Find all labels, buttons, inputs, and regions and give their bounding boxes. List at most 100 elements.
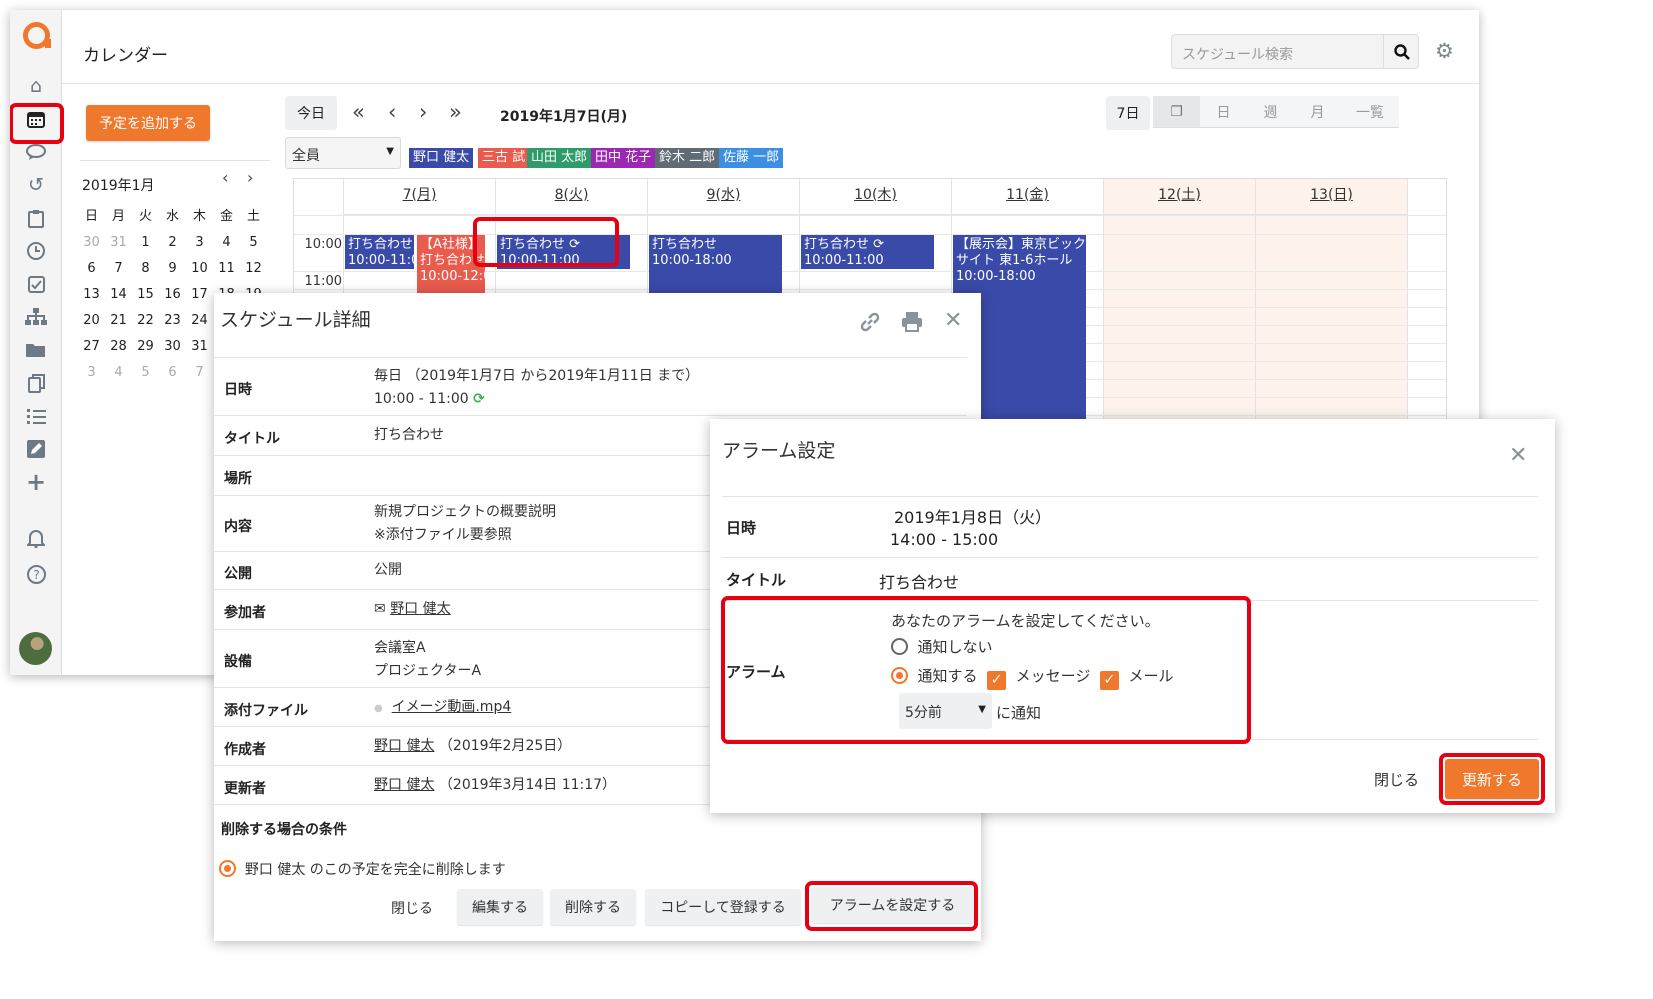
mini-calendar-next-icon[interactable]: › <box>247 168 253 187</box>
day-header[interactable]: 13(日) <box>1256 179 1407 215</box>
close-icon[interactable]: ✕ <box>1509 443 1527 468</box>
member-tag[interactable]: 三古 試 <box>478 148 530 168</box>
app-logo[interactable] <box>23 22 51 49</box>
mini-calendar-day[interactable]: 23 <box>159 308 186 334</box>
last-icon[interactable]: » <box>449 100 462 124</box>
participant-link[interactable]: 野口 健太 <box>390 601 450 617</box>
mini-calendar-day[interactable]: 31 <box>105 230 132 256</box>
event-time: 10:00-18:00 <box>956 269 1036 284</box>
mini-calendar-day[interactable]: 20 <box>78 308 105 334</box>
link-icon[interactable] <box>859 311 881 339</box>
mini-calendar-day[interactable]: 5 <box>240 230 267 256</box>
mini-calendar-day[interactable]: 11 <box>213 256 240 282</box>
view-month-tab[interactable]: 月 <box>1294 96 1341 128</box>
close-button[interactable]: 閉じる <box>1374 769 1419 790</box>
mini-calendar-day[interactable]: 28 <box>105 334 132 360</box>
home-icon[interactable]: ⌂ <box>22 73 50 99</box>
mini-calendar-day[interactable]: 14 <box>105 282 132 308</box>
mini-calendar-day[interactable]: 4 <box>105 360 132 386</box>
prev-icon[interactable]: ‹ <box>388 100 396 124</box>
mini-calendar-prev-icon[interactable]: ‹ <box>222 168 228 187</box>
add-schedule-button[interactable]: 予定を追加する <box>86 105 210 141</box>
day-header[interactable]: 11(金) <box>952 179 1103 215</box>
plus-icon[interactable]: + <box>22 468 50 496</box>
mini-calendar-day[interactable]: 12 <box>240 256 267 282</box>
member-tag[interactable]: 田中 花子 <box>591 148 656 168</box>
folder-icon[interactable] <box>22 337 50 363</box>
delete-button[interactable]: 削除する <box>550 889 636 925</box>
mini-calendar-day[interactable]: 3 <box>186 230 213 256</box>
search-input[interactable]: スケジュール検索 <box>1171 34 1419 69</box>
mini-calendar-day[interactable]: 31 <box>186 334 213 360</box>
list-icon[interactable] <box>22 403 50 429</box>
mini-calendar-day[interactable]: 29 <box>132 334 159 360</box>
view-list-tab[interactable]: 一覧 <box>1341 96 1399 128</box>
delete-option-radio[interactable] <box>219 860 236 877</box>
day-header[interactable]: 10(木) <box>800 179 951 215</box>
mini-calendar-day[interactable]: 9 <box>159 256 186 282</box>
mini-calendar-day[interactable]: 30 <box>78 230 105 256</box>
mini-calendar-day[interactable]: 22 <box>132 308 159 334</box>
mini-calendar-day[interactable]: 13 <box>78 282 105 308</box>
close-button[interactable]: 閉じる <box>391 898 433 918</box>
member-tag[interactable]: 佐藤 一郎 <box>719 148 784 168</box>
mini-calendar-day[interactable]: 7 <box>105 256 132 282</box>
clipboard-icon[interactable] <box>22 205 50 231</box>
mini-calendar-day[interactable]: 5 <box>132 360 159 386</box>
updater-link[interactable]: 野口 健太 <box>374 777 434 793</box>
mini-calendar-day[interactable]: 8 <box>132 256 159 282</box>
event-time: 10:00-11:00 <box>348 253 414 268</box>
history-icon[interactable]: ↺ <box>22 172 50 198</box>
day-header[interactable]: 7(月) <box>344 179 495 215</box>
mini-calendar-day[interactable]: 21 <box>105 308 132 334</box>
avatar[interactable] <box>19 632 52 665</box>
copy-register-button[interactable]: コピーして登録する <box>645 889 801 925</box>
mini-calendar-day[interactable]: 3 <box>78 360 105 386</box>
close-icon[interactable]: ✕ <box>944 308 962 333</box>
mini-calendar-day[interactable]: 30 <box>159 334 186 360</box>
edit-button[interactable]: 編集する <box>457 889 543 925</box>
clock-icon[interactable] <box>22 238 50 264</box>
member-tag[interactable]: 野口 健太 <box>409 148 474 168</box>
member-tag[interactable]: 鈴木 二郎 <box>655 148 720 168</box>
mini-calendar-day[interactable]: 15 <box>132 282 159 308</box>
mini-calendar-day[interactable]: 2 <box>159 230 186 256</box>
search-icon[interactable] <box>1383 34 1419 69</box>
delete-option[interactable]: 野口 健太 のこの予定を完全に削除します <box>219 859 506 879</box>
mini-calendar-day[interactable]: 1 <box>132 230 159 256</box>
checkbox-icon[interactable] <box>22 271 50 297</box>
member-tag[interactable]: 山田 太郎 <box>527 148 592 168</box>
mini-calendar-day[interactable]: 7 <box>186 360 213 386</box>
mini-calendar-day[interactable]: 4 <box>213 230 240 256</box>
today-button[interactable]: 今日 <box>285 96 337 130</box>
mini-calendar-day[interactable]: 6 <box>159 360 186 386</box>
day-header[interactable]: 12(土) <box>1104 179 1255 215</box>
mini-calendar-day[interactable]: 24 <box>186 308 213 334</box>
first-icon[interactable]: « <box>352 100 365 124</box>
member-select[interactable]: 全員 ▼ <box>285 137 401 169</box>
mini-calendar-day[interactable]: 16 <box>159 282 186 308</box>
range-select[interactable]: 7日 <box>1106 96 1150 130</box>
bell-icon[interactable] <box>22 525 50 551</box>
view-week-tab[interactable]: 週 <box>1247 96 1294 128</box>
event-block[interactable]: 打ち合わせ ⟳10:00-11:00 <box>345 235 414 269</box>
event-block[interactable]: 打ち合わせ ⟳10:00-11:00 <box>801 235 934 269</box>
print-icon[interactable] <box>901 311 923 338</box>
event-title: 【展示会】東京ビック <box>956 237 1086 252</box>
mini-calendar-day[interactable]: 10 <box>186 256 213 282</box>
org-chart-icon[interactable] <box>22 304 50 330</box>
attachment-link[interactable]: イメージ動画.mp4 <box>392 699 512 715</box>
mini-calendar-day[interactable]: 6 <box>78 256 105 282</box>
day-header[interactable]: 8(火) <box>496 179 647 215</box>
view-default-icon[interactable]: ❐ <box>1153 96 1200 128</box>
creator-link[interactable]: 野口 健太 <box>374 738 434 754</box>
view-day-tab[interactable]: 日 <box>1200 96 1247 128</box>
day-header[interactable]: 9(水) <box>648 179 799 215</box>
edit-icon[interactable] <box>22 436 50 462</box>
mini-calendar-day[interactable]: 27 <box>78 334 105 360</box>
gear-icon[interactable]: ⚙ <box>1435 39 1454 63</box>
next-icon[interactable]: › <box>419 100 427 124</box>
mini-calendar-day[interactable]: 17 <box>186 282 213 308</box>
copy-icon[interactable] <box>22 370 50 396</box>
help-icon[interactable]: ? <box>22 561 50 587</box>
